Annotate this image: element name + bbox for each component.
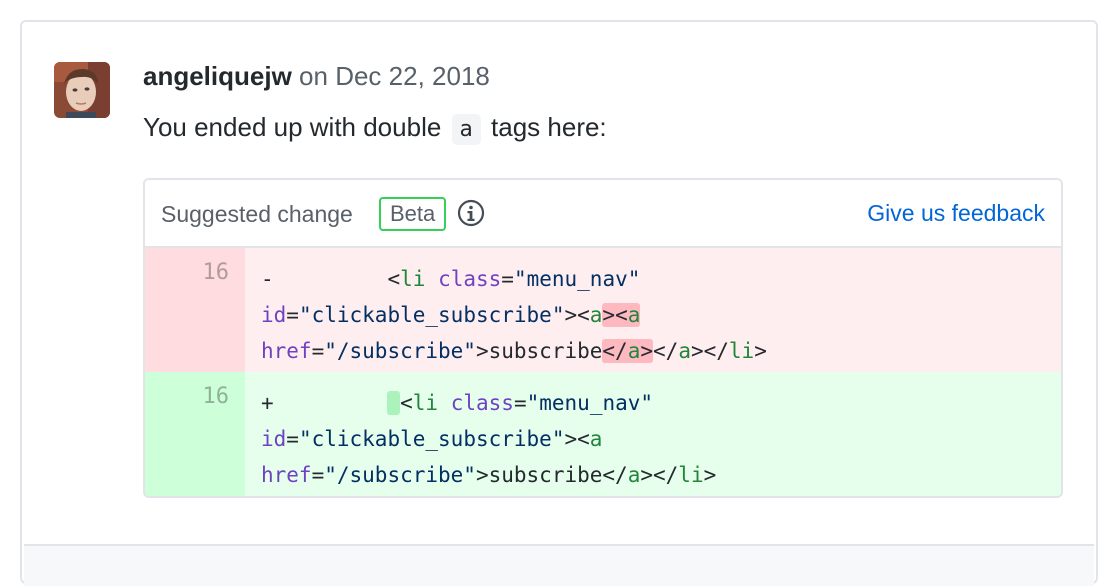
code-string: "clickable_subscribe": [298, 303, 565, 327]
added-highlight: [387, 391, 401, 415]
code-string: "clickable_subscribe": [298, 427, 565, 451]
diff-code: + <li class="menu_nav" id="clickable_sub…: [245, 372, 1061, 496]
code-attr: href: [261, 463, 312, 487]
removed-highlight: </a>: [602, 339, 654, 363]
beta-badge: Beta: [379, 197, 447, 231]
inline-code: a: [451, 114, 481, 145]
code-tag: a: [627, 463, 641, 487]
code-tag: li: [400, 267, 426, 291]
diff-marker: +: [261, 391, 274, 415]
diff-addition-row: 16 + <li class="menu_nav" id="clickable_…: [145, 372, 1061, 496]
diff-code: - <li class="menu_nav" id="clickable_sub…: [245, 248, 1061, 372]
code-attr: class: [438, 267, 502, 291]
added-code: + <li class="menu_nav" id="clickable_sub…: [261, 391, 717, 487]
comment-header: angeliquejw on Dec 22, 2018: [143, 60, 490, 92]
code-string: "/subscribe": [324, 339, 476, 363]
diff-deletion-row: 16 - <li class="menu_nav" id="clickable_…: [145, 248, 1061, 372]
code-attr: id: [261, 303, 287, 327]
avatar-image: [54, 62, 110, 118]
code-attr: class: [450, 391, 514, 415]
code-attr: href: [261, 339, 312, 363]
suggested-change-header: Suggested change Beta Give us feedback: [145, 180, 1061, 248]
code-tag: li: [412, 391, 439, 415]
avatar[interactable]: [54, 62, 110, 118]
comment-body: You ended up with double a tags here:: [143, 110, 607, 147]
comment-text-after: tags here:: [491, 112, 607, 142]
comment-text-before: You ended up with double: [143, 112, 442, 142]
code-string: "menu_nav": [513, 267, 641, 291]
code-attr: id: [261, 427, 287, 451]
code-tag: li: [678, 463, 704, 487]
suggested-change-title: Suggested change: [161, 201, 353, 227]
comment-timestamp[interactable]: on Dec 22, 2018: [299, 61, 490, 91]
removed-code: - <li class="menu_nav" id="clickable_sub…: [261, 267, 767, 363]
removed-highlight: ><a: [602, 303, 641, 327]
line-number[interactable]: 16: [203, 260, 230, 285]
code-tag: a: [627, 303, 641, 327]
code-tag: a: [627, 339, 641, 363]
line-number-gutter: 16: [145, 372, 245, 496]
line-number[interactable]: 16: [203, 384, 230, 409]
line-number-gutter: 16: [145, 248, 245, 372]
author-link[interactable]: angeliquejw: [143, 61, 292, 91]
code-tag: a: [589, 303, 603, 327]
comment-footer: [24, 544, 1094, 586]
code-tag: a: [589, 427, 603, 451]
give-feedback-link[interactable]: Give us feedback: [867, 200, 1045, 227]
code-string: "/subscribe": [324, 463, 476, 487]
code-tag: li: [728, 339, 755, 363]
code-tag: a: [678, 339, 691, 363]
info-icon[interactable]: [457, 199, 485, 227]
diff-marker: -: [261, 267, 274, 291]
code-string: "menu_nav": [526, 391, 654, 415]
code-text: subscribe: [488, 339, 603, 363]
code-text: subscribe: [488, 463, 603, 487]
suggested-change-box: Suggested change Beta Give us feedback 1…: [143, 178, 1063, 498]
